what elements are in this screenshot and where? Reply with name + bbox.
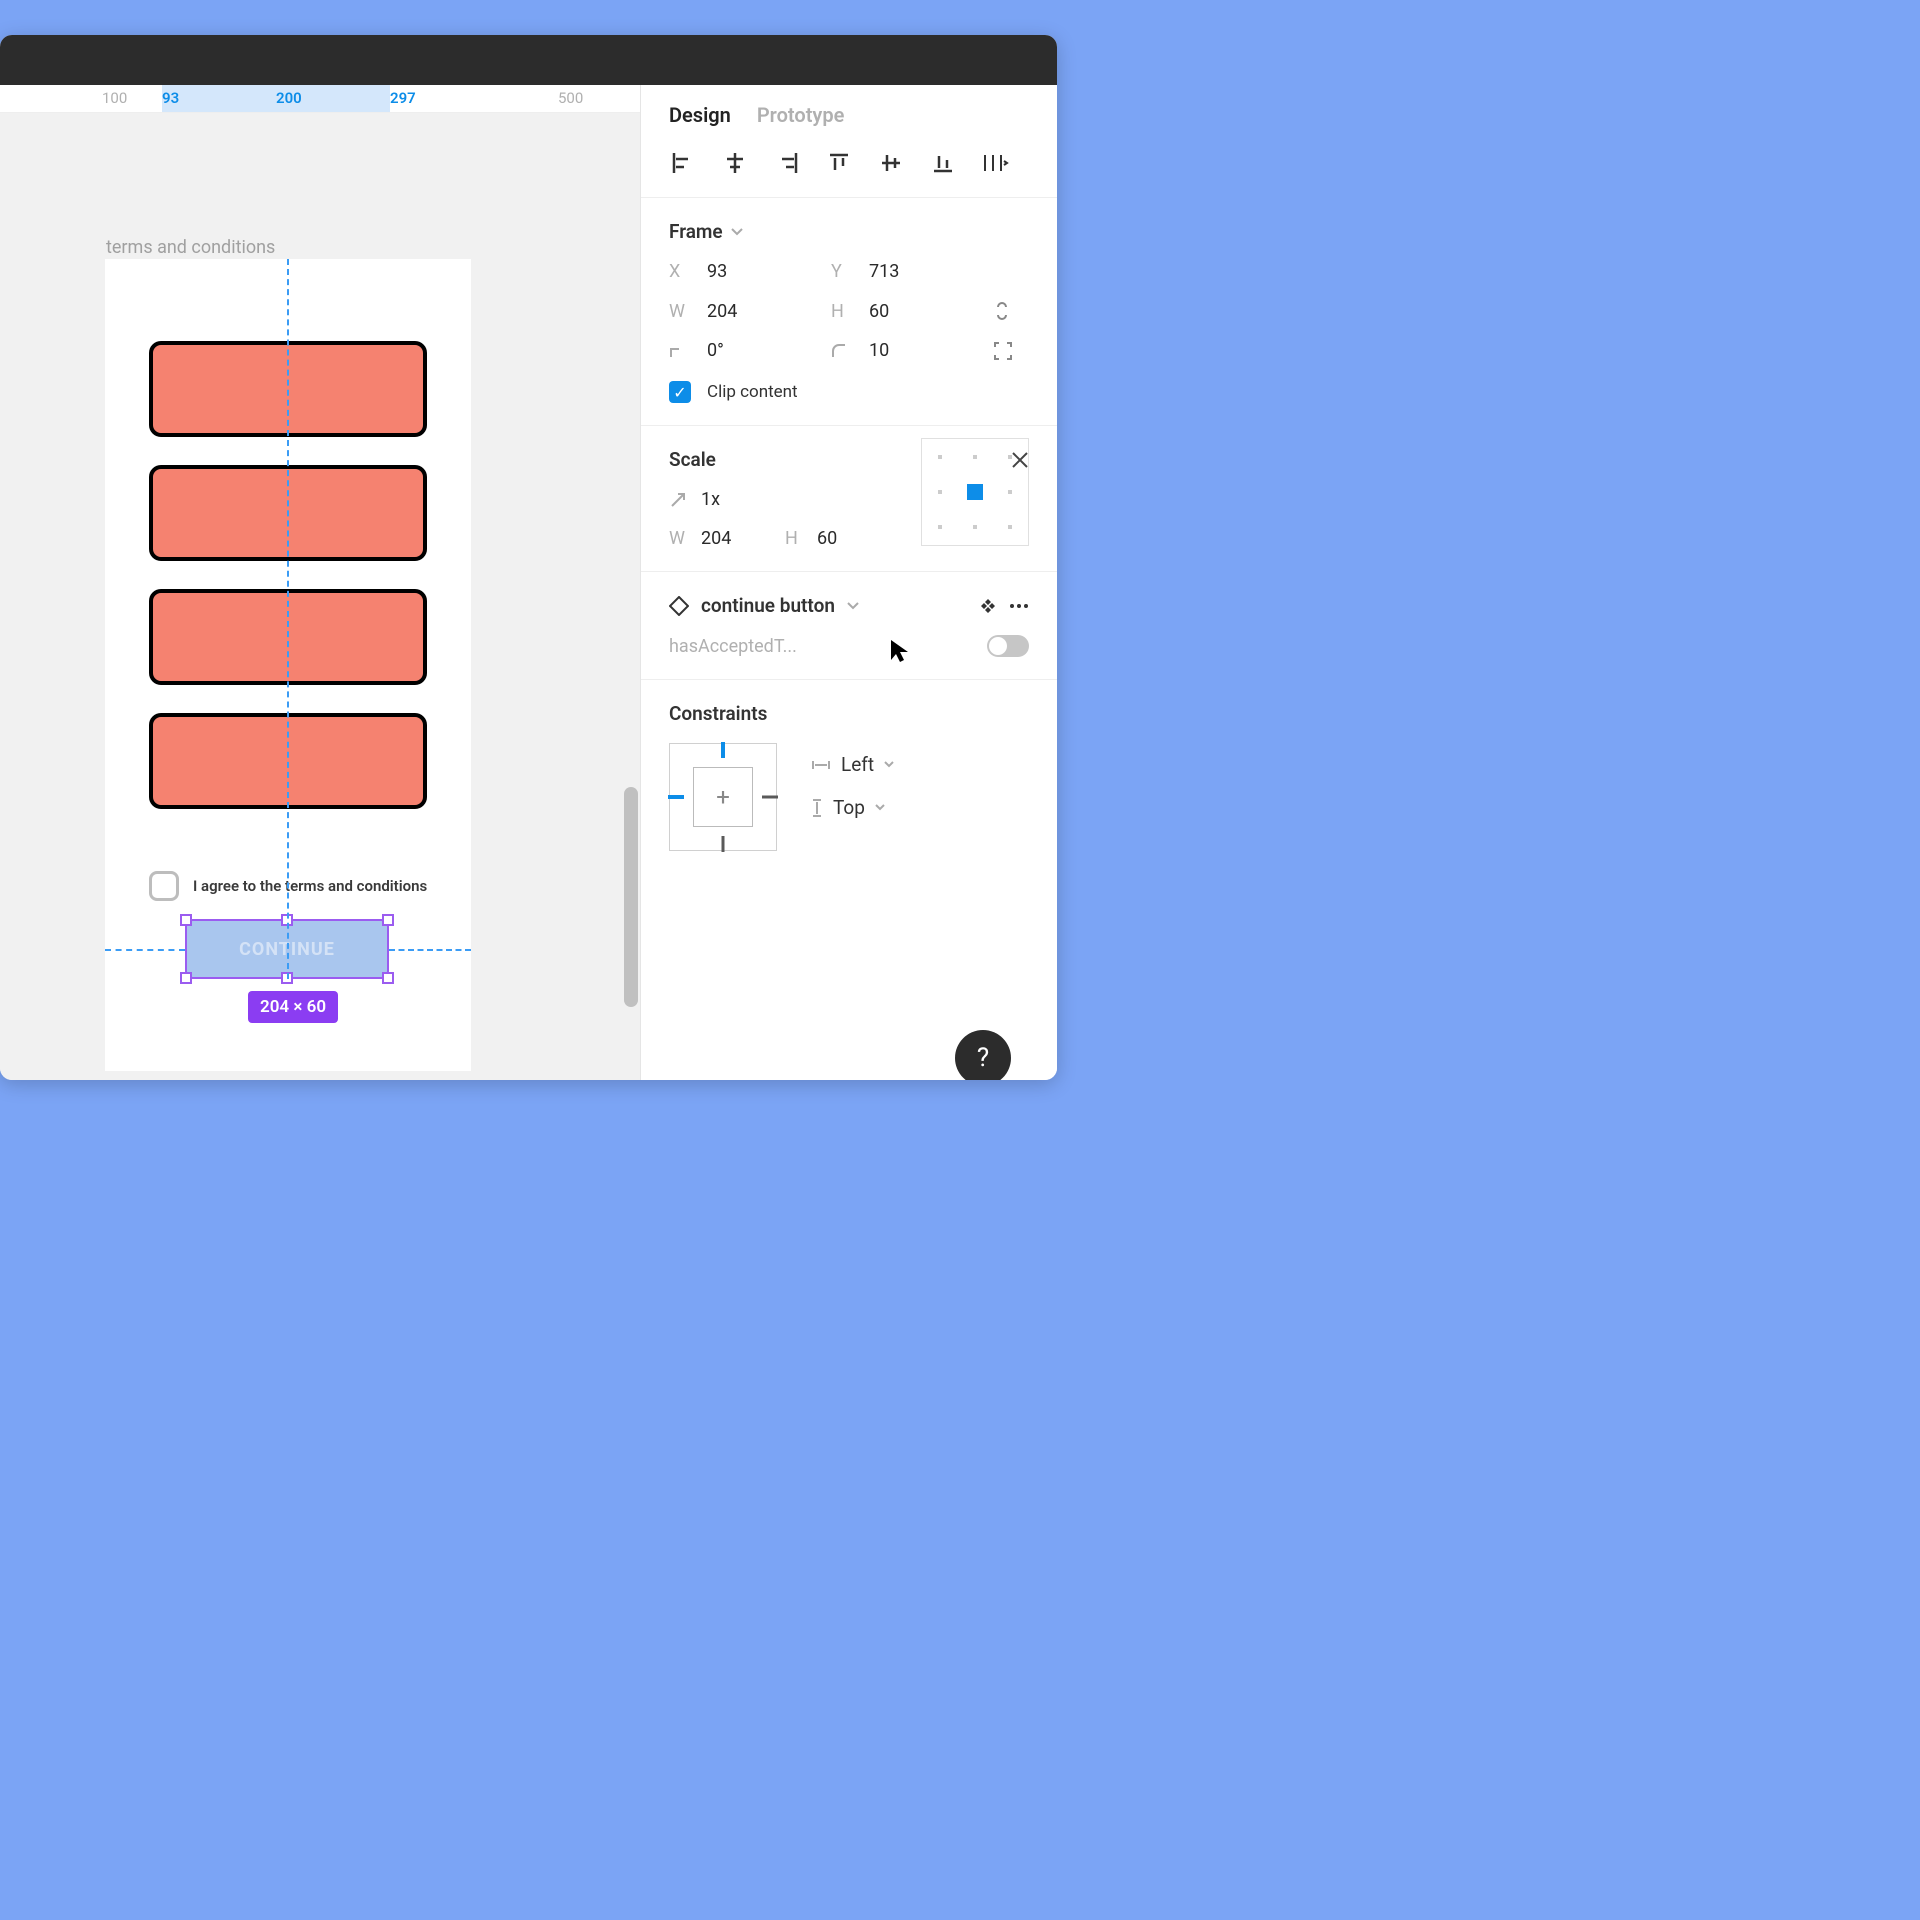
- ruler-tick: 100: [102, 89, 127, 107]
- canvas[interactable]: terms and conditions I agree to the term…: [0, 113, 640, 1080]
- frame-h-input[interactable]: 60: [869, 301, 979, 322]
- horizontal-icon: [811, 759, 831, 771]
- chevron-down-icon: [884, 761, 894, 768]
- more-icon[interactable]: [1009, 603, 1029, 609]
- radius-icon: [831, 343, 855, 359]
- label-h: H: [785, 528, 803, 549]
- clip-content-label: Clip content: [707, 382, 798, 402]
- align-left-icon[interactable]: [669, 151, 697, 175]
- terms-checkbox-label: I agree to the terms and conditions: [193, 877, 427, 895]
- component-prop-name: hasAcceptedT...: [669, 636, 797, 657]
- rotation-icon: [669, 343, 693, 359]
- constraint-vertical-value: Top: [833, 796, 865, 819]
- label-x: X: [669, 261, 693, 282]
- tab-design[interactable]: Design: [669, 103, 731, 127]
- top-ruler[interactable]: 100 93 200 297 500: [0, 85, 640, 113]
- titlebar: [0, 35, 1057, 85]
- frame-y-input[interactable]: 713: [869, 261, 979, 282]
- frame-w-input[interactable]: 204: [707, 301, 817, 322]
- checkbox-icon[interactable]: [149, 871, 179, 901]
- scale-factor-input[interactable]: 1x: [701, 489, 720, 510]
- distance-guide: [389, 949, 471, 951]
- constraints-title: Constraints: [669, 702, 1029, 725]
- label-h: H: [831, 301, 855, 322]
- distance-guide: [105, 949, 185, 951]
- clip-content-row[interactable]: ✓ Clip content: [669, 381, 1029, 403]
- label-w: W: [669, 528, 687, 549]
- align-h-center-icon[interactable]: [721, 151, 749, 175]
- frame-section-title[interactable]: Frame: [669, 220, 1029, 243]
- alignment-row: [641, 141, 1057, 198]
- label-y: Y: [831, 261, 855, 282]
- inspector-panel: Design Prototype Frame X: [641, 85, 1057, 1080]
- align-top-icon[interactable]: [825, 151, 853, 175]
- frame-properties: X 93 Y 713 W 204 H 60 0° 10: [669, 261, 1029, 361]
- scale-origin-grid[interactable]: [921, 438, 1029, 546]
- frame-rotation-input[interactable]: 0°: [707, 340, 817, 361]
- label-w: W: [669, 301, 693, 322]
- tab-prototype[interactable]: Prototype: [757, 103, 845, 127]
- center-guide-vertical: [287, 259, 289, 979]
- frame-section: Frame X 93 Y 713 W 204 H 60 0°: [641, 198, 1057, 426]
- chevron-down-icon[interactable]: [847, 602, 859, 610]
- distribute-icon[interactable]: [981, 151, 1009, 175]
- align-bottom-icon[interactable]: [929, 151, 957, 175]
- link-dimensions-icon[interactable]: [993, 300, 1029, 322]
- scale-section: Scale 1x W 204 H 60: [641, 426, 1057, 572]
- inspector-tabs: Design Prototype: [641, 85, 1057, 141]
- scale-title: Scale: [669, 448, 716, 471]
- scale-w-input[interactable]: 204: [701, 528, 771, 549]
- individual-corners-icon[interactable]: [993, 341, 1029, 361]
- chevron-down-icon: [731, 228, 743, 236]
- app-window: 100 93 200 297 500 terms and conditions …: [0, 35, 1057, 1080]
- align-right-icon[interactable]: [773, 151, 801, 175]
- main-columns: 100 93 200 297 500 terms and conditions …: [0, 85, 1057, 1080]
- constraint-horizontal-value: Left: [841, 753, 874, 776]
- canvas-scrollbar[interactable]: [624, 787, 638, 1007]
- constraints-diagram[interactable]: +: [669, 743, 777, 851]
- constraints-section: Constraints + Left: [641, 680, 1057, 873]
- scale-h-input[interactable]: 60: [817, 528, 837, 549]
- component-section: continue button hasAcceptedT...: [641, 572, 1057, 680]
- constraint-horizontal-select[interactable]: Left: [811, 753, 894, 776]
- scale-arrow-icon: [669, 491, 687, 509]
- component-name[interactable]: continue button: [701, 594, 835, 617]
- align-v-center-icon[interactable]: [877, 151, 905, 175]
- help-button[interactable]: ?: [955, 1030, 1011, 1080]
- selection-dimensions-badge: 204 × 60: [248, 991, 338, 1023]
- frame-x-input[interactable]: 93: [707, 261, 817, 282]
- frame-radius-input[interactable]: 10: [869, 340, 979, 361]
- frame-label[interactable]: terms and conditions: [106, 237, 275, 258]
- boolean-toggle[interactable]: [987, 635, 1029, 657]
- ruler-tick: 297: [390, 89, 416, 107]
- ruler-tick: 500: [558, 89, 583, 107]
- scale-origin-selected[interactable]: [967, 484, 983, 500]
- cursor-icon: [889, 638, 911, 664]
- component-variants-icon[interactable]: [979, 597, 997, 615]
- canvas-panel: 100 93 200 297 500 terms and conditions …: [0, 85, 641, 1080]
- component-icon: [669, 596, 689, 616]
- ruler-tick: 200: [276, 89, 302, 107]
- constraint-vertical-select[interactable]: Top: [811, 796, 894, 819]
- chevron-down-icon: [875, 804, 885, 811]
- vertical-icon: [811, 798, 823, 818]
- checkbox-checked-icon[interactable]: ✓: [669, 381, 691, 403]
- frame-title-text: Frame: [669, 220, 723, 243]
- ruler-tick: 93: [162, 89, 179, 107]
